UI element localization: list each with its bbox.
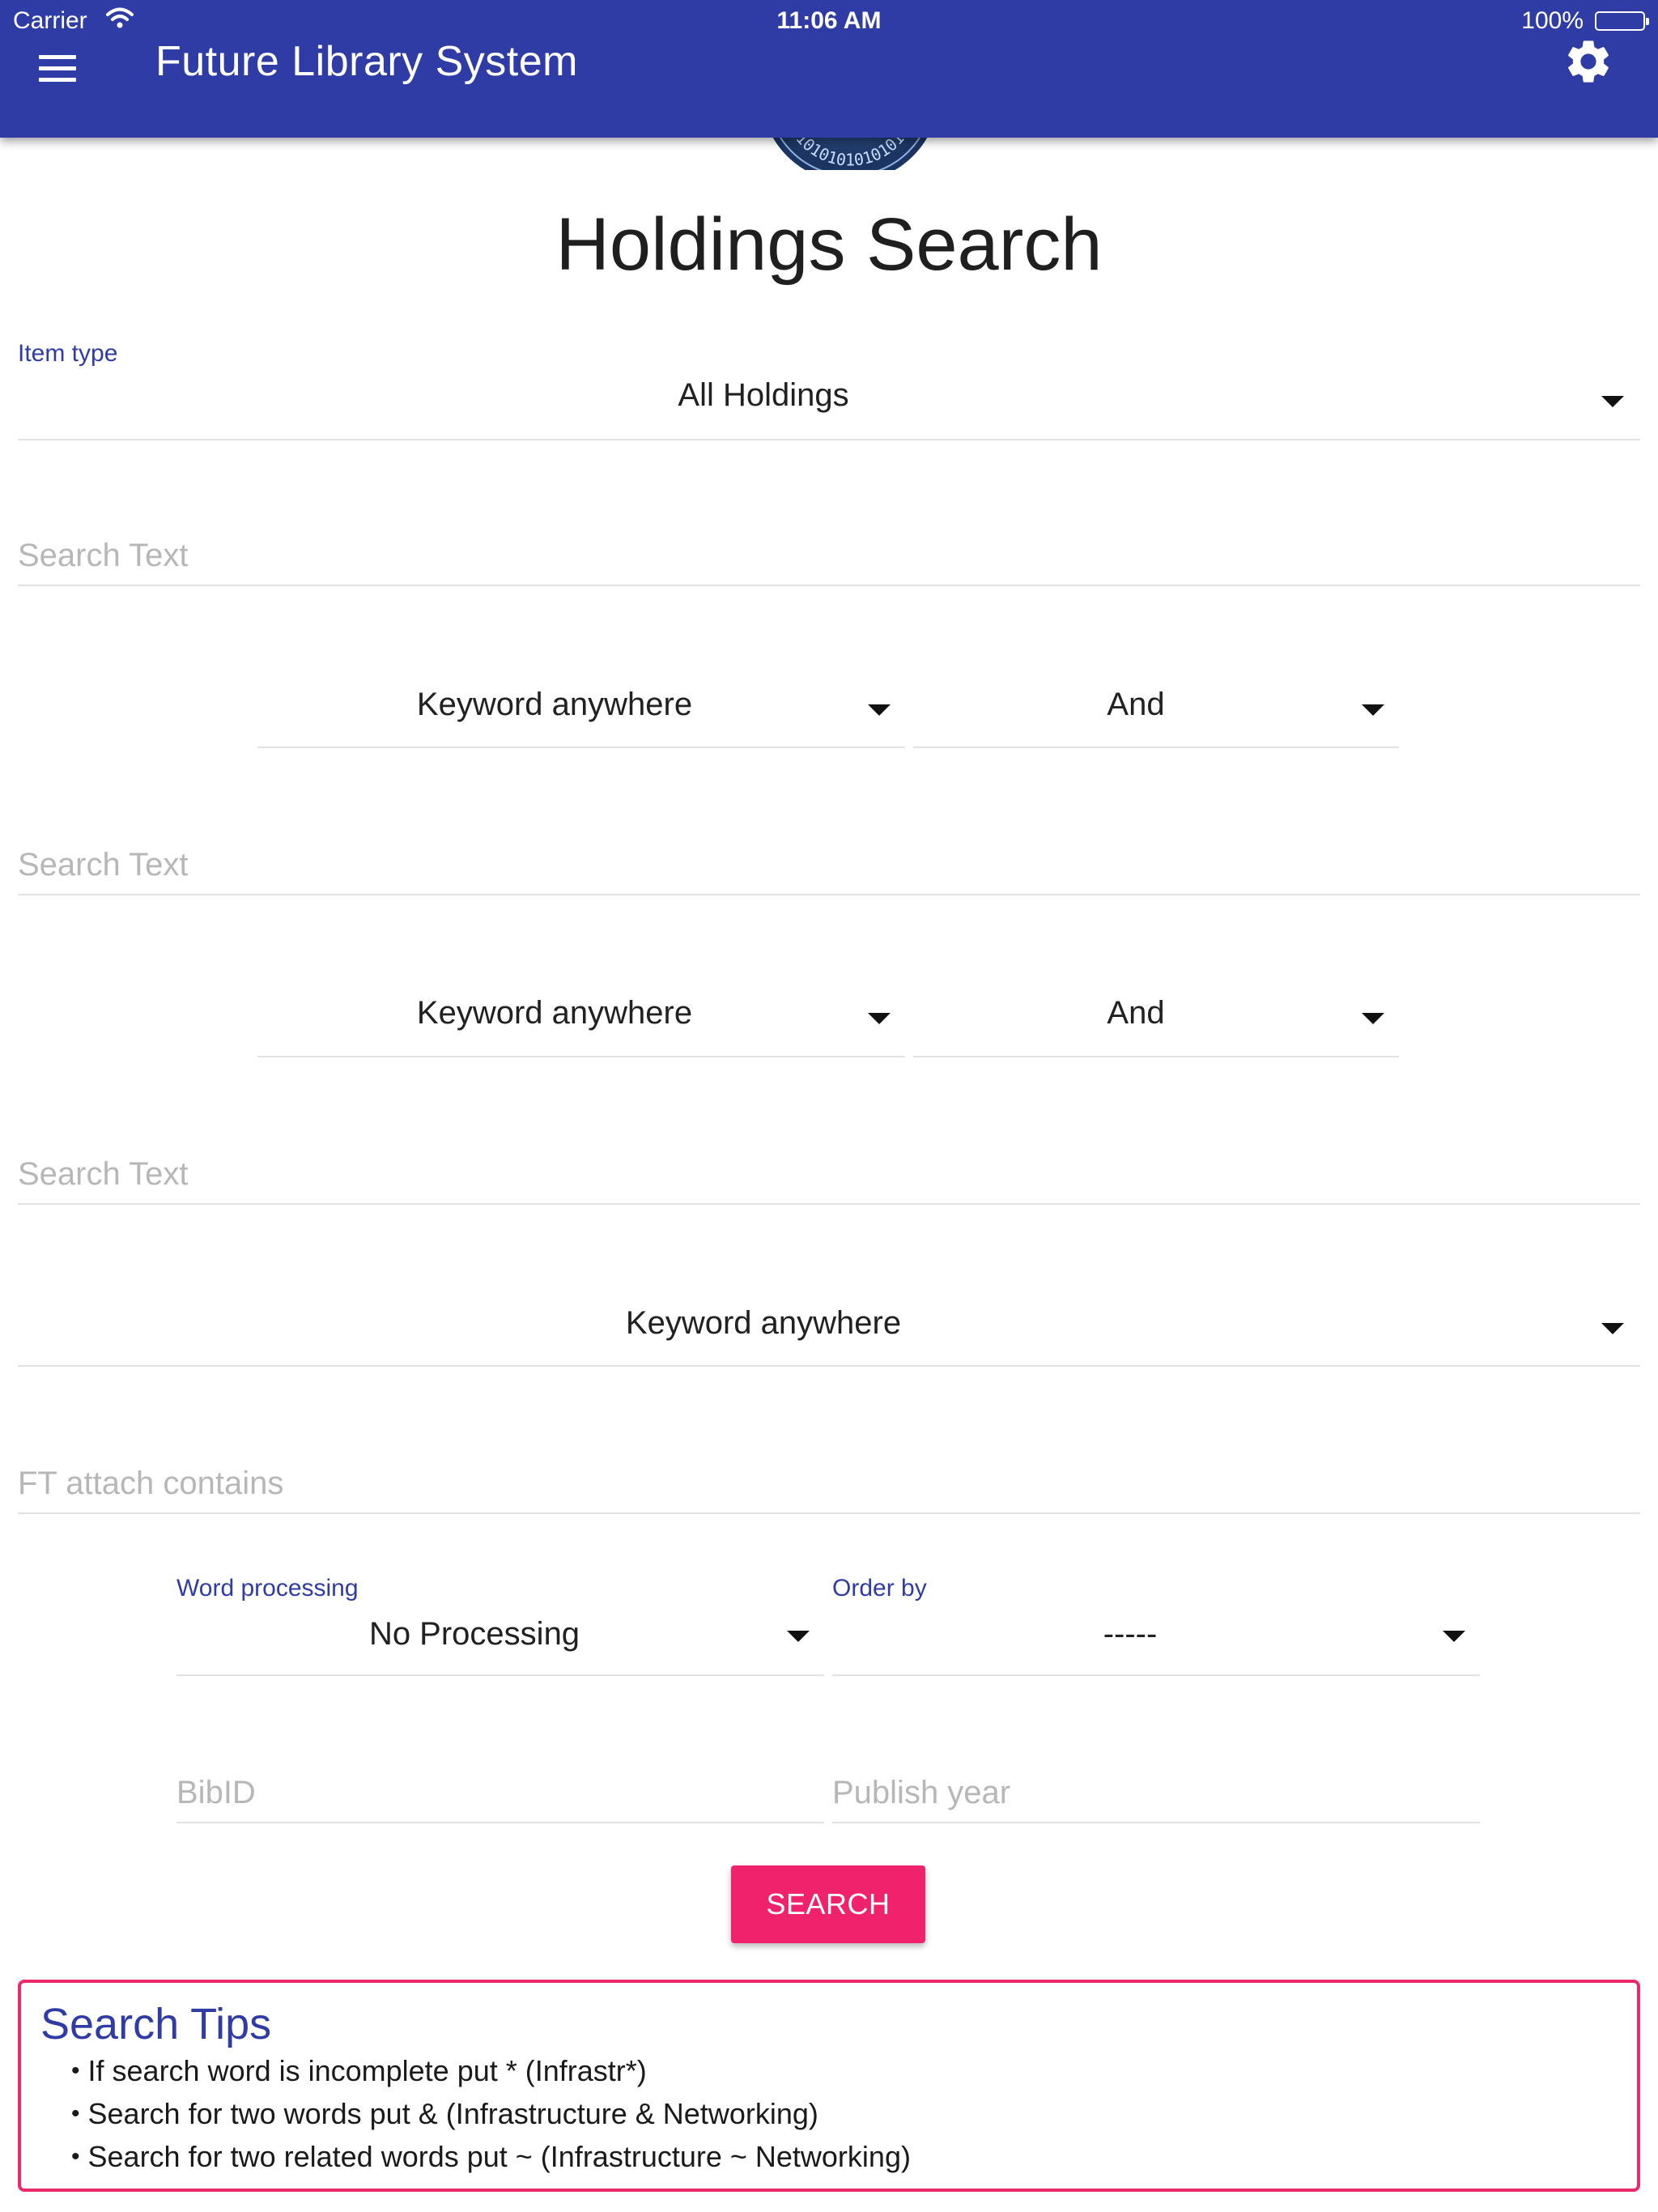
battery-icon (1595, 11, 1649, 31)
search-field-value: Keyword anywhere (625, 1305, 902, 1341)
bibid-placeholder: BibID (176, 1775, 256, 1810)
search-button[interactable]: SEARCH (731, 1865, 925, 1943)
search-text-underline (18, 1203, 1640, 1205)
search-field-underline (18, 1365, 1640, 1367)
hamburger-menu-icon[interactable] (37, 50, 83, 86)
list-item: Search for two related words put ~ (Infr… (71, 2135, 911, 2178)
battery-percent: 100% (1521, 7, 1584, 34)
chevron-down-icon (1443, 1631, 1465, 1642)
list-item: Search for two words put & (Infrastructu… (71, 2092, 911, 2135)
word-processing-value: No Processing (368, 1616, 580, 1652)
chevron-down-icon (787, 1631, 810, 1642)
search-field-value: Keyword anywhere (416, 995, 693, 1031)
search-text-underline (18, 585, 1640, 586)
search-tips-title: Search Tips (40, 2000, 272, 2048)
chevron-down-icon (1362, 1013, 1384, 1024)
search-field-underline (257, 747, 905, 748)
ft-attach-underline (18, 1512, 1640, 1514)
list-item: If search word is incomplete put * (Infr… (71, 2049, 911, 2092)
ft-attach-placeholder: FT attach contains (18, 1465, 284, 1501)
search-text-placeholder: Search Text (18, 1156, 189, 1192)
search-tips-list: If search word is incomplete put * (Infr… (71, 2049, 911, 2178)
publish-year-placeholder: Publish year (832, 1775, 1011, 1810)
word-processing-label: Word processing (176, 1575, 359, 1602)
search-field-underline (257, 1056, 905, 1057)
operator-value: And (1107, 995, 1165, 1031)
status-bar: Carrier 11:06 AM 100% (0, 0, 1658, 44)
order-by-value: ----- (1103, 1616, 1158, 1652)
item-type-label: Item type (18, 340, 118, 367)
order-by-underline (832, 1674, 1480, 1676)
operator-value: And (1107, 687, 1165, 722)
order-by-label: Order by (832, 1575, 927, 1602)
item-type-underline (18, 439, 1640, 440)
bibid-underline (176, 1822, 824, 1823)
chevron-down-icon (1362, 704, 1384, 716)
clock: 11:06 AM (776, 7, 882, 34)
operator-underline (913, 747, 1399, 748)
search-text-placeholder: Search Text (18, 847, 189, 883)
chevron-down-icon (868, 1013, 891, 1024)
chevron-down-icon (868, 704, 891, 716)
app-title: Future Library System (155, 38, 578, 85)
chevron-down-icon (1601, 1323, 1624, 1334)
publish-year-underline (832, 1822, 1480, 1823)
search-tips-panel: Search Tips If search word is incomplete… (18, 1980, 1640, 2192)
operator-underline (913, 1056, 1399, 1057)
search-field-value: Keyword anywhere (416, 687, 693, 722)
page-title: Holdings Search (555, 203, 1103, 286)
search-text-placeholder: Search Text (18, 538, 189, 573)
item-type-value: All Holdings (678, 377, 849, 413)
word-processing-underline (176, 1674, 824, 1676)
chevron-down-icon (1601, 396, 1624, 407)
search-text-underline (18, 894, 1640, 895)
